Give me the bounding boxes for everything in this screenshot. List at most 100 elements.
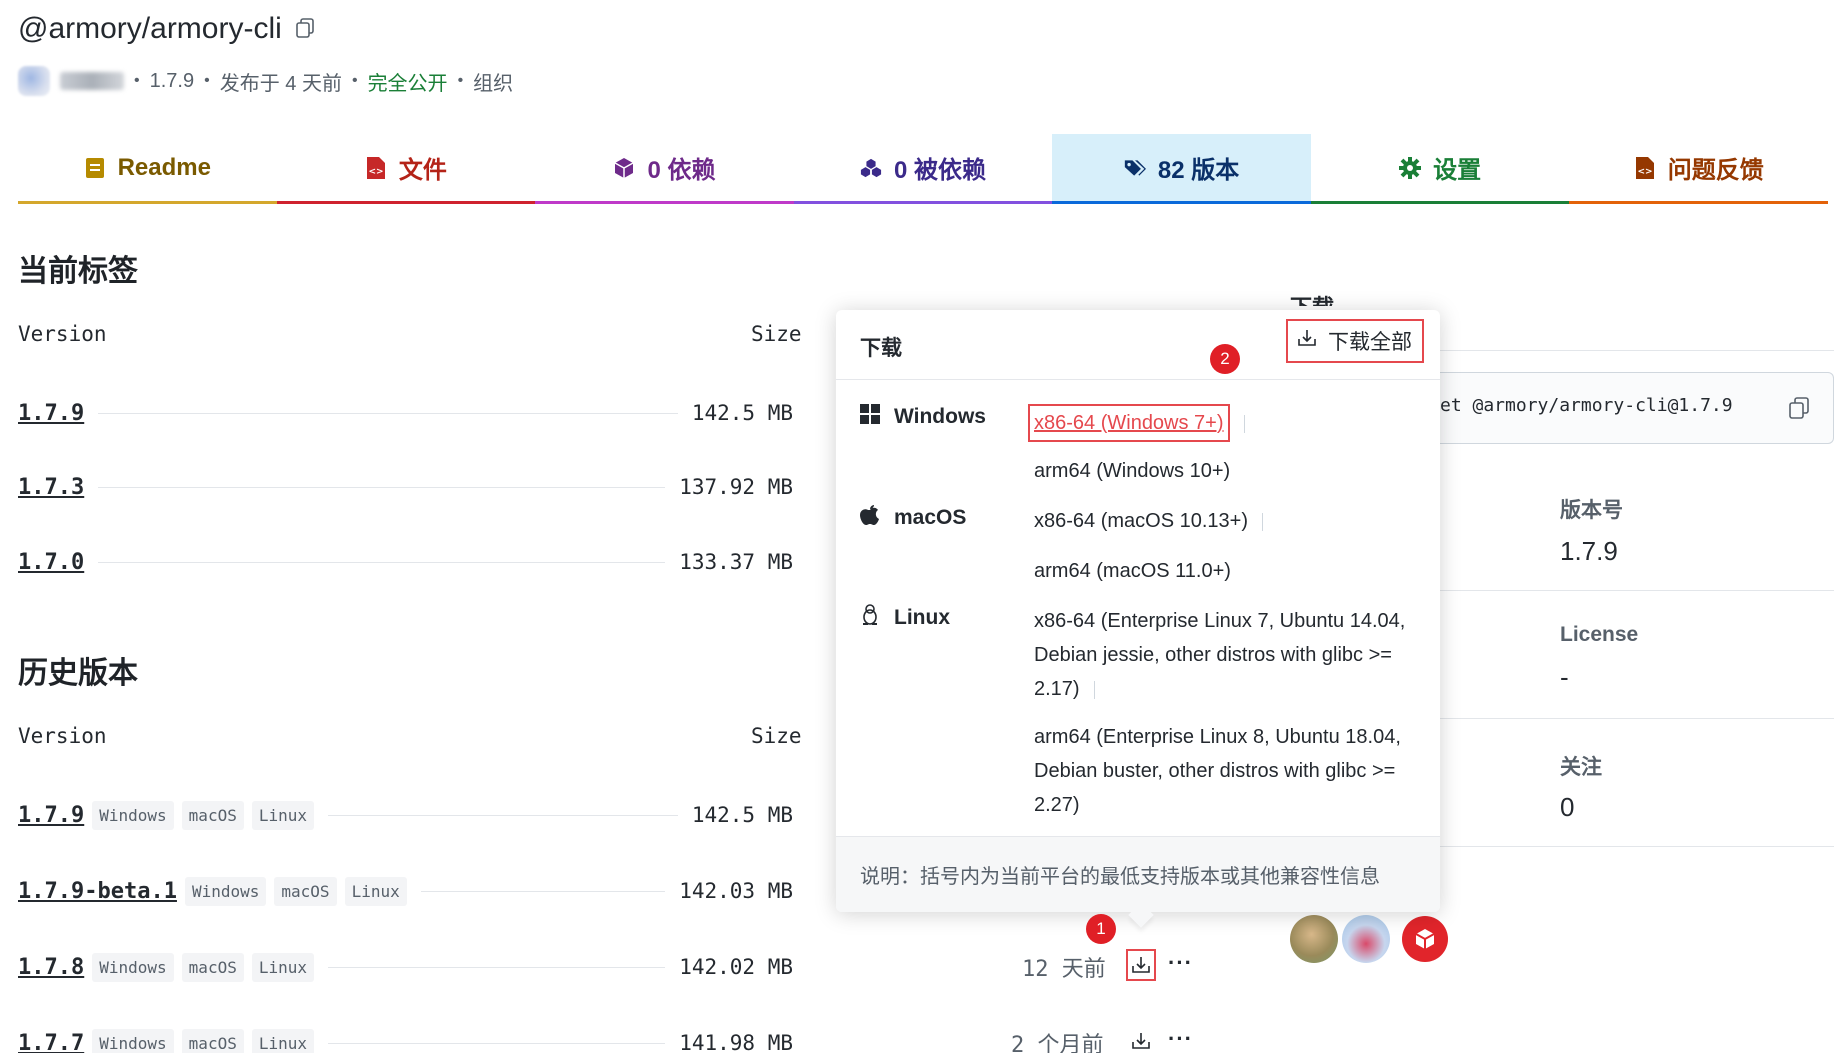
download-link-windows-x64[interactable]: x86-64 (Windows 7+) [1028, 404, 1230, 442]
file-code-icon: <> [365, 156, 387, 179]
publish-time: 12 天前 [1022, 957, 1106, 982]
current-tags-heading: 当前标签 [18, 255, 138, 288]
popup-header: 下载 下载全部 [836, 310, 1440, 380]
version-size: 142.02 MB [679, 955, 793, 979]
tab-label: 0 依赖 [647, 157, 716, 184]
download-popup: 下载 下载全部 Windows x86-64 (Windows 7+) arm6… [836, 310, 1440, 912]
cube-icon [613, 157, 635, 179]
version-link[interactable]: 1.7.7 [18, 1031, 84, 1053]
download-all-button[interactable]: 下载全部 [1286, 319, 1424, 363]
package-meta: • 1.7.9 • 发布于 4 天前 • 完全公开 • 组织 [18, 66, 513, 96]
version-link[interactable]: 1.7.9-beta.1 [18, 879, 177, 904]
version-link[interactable]: 1.7.9 [18, 803, 84, 828]
separator [1093, 680, 1095, 699]
col-version-header: Version [18, 724, 107, 748]
avatar[interactable] [1402, 916, 1448, 962]
table-row: 1.7.7 Windows macOS Linux 141.98 MB [18, 1023, 793, 1053]
more-icon[interactable]: ··· [1168, 950, 1193, 976]
version-link[interactable]: 1.7.9 [18, 401, 84, 426]
download-icon[interactable] [1126, 949, 1156, 981]
license-label: License [1560, 623, 1639, 646]
platform-badge: Windows [184, 876, 267, 906]
tab-label: 问题反馈 [1667, 157, 1764, 184]
platform-badge: Linux [344, 876, 407, 906]
version-size: 141.98 MB [679, 1031, 793, 1053]
version-size: 142.5 MB [691, 803, 793, 827]
tab-files[interactable]: <> 文件 [276, 134, 536, 204]
svg-text:<>: <> [1637, 167, 1652, 177]
tab-label: 0 被依赖 [894, 157, 987, 184]
divider [1440, 718, 1834, 719]
separator-dot: • [204, 72, 210, 89]
tab-dependents[interactable]: 0 被依赖 [793, 134, 1053, 204]
sidebar-heading-partial: 下载 [1290, 290, 1334, 306]
version-link[interactable]: 1.7.8 [18, 955, 84, 980]
tab-readme[interactable]: Readme [18, 134, 277, 204]
table-row: 1.7.8 Windows macOS Linux 142.02 MB [18, 947, 793, 987]
divider [1440, 590, 1834, 591]
separator [1262, 512, 1263, 531]
download-icon [1298, 329, 1316, 353]
os-label: Windows [894, 405, 986, 428]
version-label: 版本号 [1560, 499, 1623, 522]
download-link-macos-x64[interactable]: x86-64 (macOS 10.13+) [1034, 510, 1248, 532]
row-divider [328, 1042, 666, 1044]
tab-dependencies[interactable]: 0 依赖 [535, 134, 794, 204]
table-row: 1.7.3 137.92 MB [18, 467, 793, 507]
platform-badge: macOS [274, 876, 337, 906]
tab-label: 文件 [398, 157, 447, 184]
col-size-header: Size [751, 724, 802, 748]
col-size-header: Size [751, 322, 802, 346]
tab-issues[interactable]: <> 问题反馈 [1569, 134, 1829, 204]
row-divider [328, 814, 678, 816]
visibility-link[interactable]: 完全公开 [368, 67, 448, 96]
tags-icon [1124, 157, 1146, 179]
tab-settings[interactable]: 设置 [1310, 134, 1570, 204]
version-size: 142.03 MB [679, 879, 793, 903]
package-title-row: @armory/armory-cli [18, 12, 314, 46]
row-divider [98, 561, 666, 563]
copy-icon[interactable] [1789, 397, 1809, 424]
publish-time: 发布于 4 天前 [219, 72, 342, 95]
avatar[interactable] [1342, 915, 1390, 963]
popup-title: 下载 [860, 337, 902, 360]
os-label: Linux [894, 606, 950, 629]
download-icon[interactable] [1126, 1025, 1156, 1053]
tab-label: Readme [117, 153, 211, 181]
separator-dot: • [134, 72, 140, 89]
avatar[interactable] [1290, 915, 1338, 963]
linux-icon [860, 604, 880, 632]
publisher-name[interactable] [60, 72, 124, 90]
windows-icon [860, 404, 880, 430]
book-icon [84, 157, 106, 179]
tab-label: 设置 [1433, 157, 1482, 184]
download-link-linux-x64[interactable]: x86-64 (Enterprise Linux 7, Ubuntu 14.04… [1034, 610, 1405, 700]
row-divider [98, 486, 666, 488]
platform-badge: Windows [92, 952, 174, 982]
download-link-macos-arm64[interactable]: arm64 (macOS 11.0+) [1034, 554, 1424, 588]
download-option: x86-64 (Windows 7+) [1028, 404, 1424, 442]
table-row: 1.7.0 133.37 MB [18, 542, 793, 582]
package-version: 1.7.9 [149, 69, 195, 92]
version-link[interactable]: 1.7.0 [18, 550, 84, 575]
follow-value: 0 [1560, 792, 1575, 822]
version-link[interactable]: 1.7.3 [18, 475, 84, 500]
col-version-header: Version [18, 322, 107, 346]
row-divider [98, 412, 678, 414]
version-size: 142.5 MB [691, 401, 793, 425]
tab-versions[interactable]: 82 版本 [1052, 134, 1311, 204]
download-link-windows-arm64[interactable]: arm64 (Windows 10+) [1034, 454, 1424, 488]
more-icon[interactable]: ··· [1168, 1026, 1193, 1052]
scope-label: 组织 [473, 72, 514, 95]
platform-badge: Linux [251, 800, 315, 830]
platform-badge: macOS [181, 1028, 244, 1053]
download-link-linux-arm64[interactable]: arm64 (Enterprise Linux 8, Ubuntu 18.04,… [1034, 720, 1424, 822]
platform-badge: Linux [251, 1028, 315, 1053]
os-windows: Windows [860, 404, 986, 430]
copy-icon[interactable] [295, 12, 314, 46]
install-command: et @armory/armory-cli@1.7.9 [1440, 395, 1733, 416]
tab-label: 82 版本 [1157, 157, 1240, 184]
publisher-avatar[interactable] [18, 66, 50, 96]
table-row: 1.7.9 142.5 MB [18, 393, 793, 433]
gear-icon [1399, 156, 1422, 179]
